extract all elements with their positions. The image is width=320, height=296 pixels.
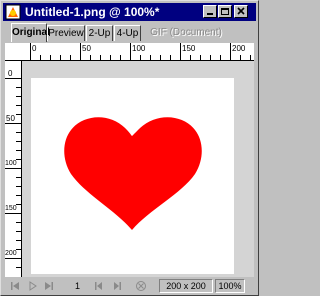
- tab-4-up[interactable]: 4-Up: [114, 25, 141, 41]
- view-tabs: Original Preview 2-Up 4-Up GIF (Document…: [3, 23, 256, 43]
- window-title: Untitled-1.png @ 100%*: [25, 5, 160, 19]
- ruler-label: 50: [82, 44, 91, 53]
- ruler-label: 150: [182, 44, 196, 53]
- close-button[interactable]: [234, 5, 248, 18]
- zoom-level[interactable]: 100%: [215, 279, 245, 293]
- stop-icon[interactable]: [135, 280, 147, 292]
- ruler-label: 0: [32, 44, 37, 53]
- tab-preview[interactable]: Preview: [47, 25, 85, 41]
- maximize-icon: [221, 8, 229, 15]
- status-bar: 1 200 x 200 100%: [3, 278, 256, 294]
- tab-2-up[interactable]: 2-Up: [86, 25, 113, 41]
- first-frame-icon[interactable]: [9, 280, 21, 292]
- close-icon: [237, 7, 245, 15]
- tab-original[interactable]: Original: [11, 23, 50, 42]
- vertical-ruler-ticks: [5, 78, 21, 268]
- document-dimensions: 200 x 200: [159, 279, 213, 293]
- last-frame-icon[interactable]: [43, 280, 55, 292]
- heart-shape[interactable]: [31, 78, 234, 274]
- title-bar[interactable]: Untitled-1.png @ 100%*: [3, 3, 256, 21]
- ruler-label: 100: [5, 160, 17, 167]
- export-format-label: GIF (Document): [150, 27, 222, 38]
- ruler-label: 200: [5, 250, 17, 257]
- maximize-button[interactable]: [218, 5, 232, 18]
- ruler-label: 50: [6, 114, 15, 123]
- play-icon[interactable]: [27, 280, 39, 292]
- ruler-label: 200: [232, 44, 246, 53]
- canvas-area[interactable]: [22, 61, 254, 277]
- minimize-icon: [207, 13, 213, 15]
- document-canvas[interactable]: [31, 78, 234, 274]
- fireworks-app-icon: [5, 4, 21, 20]
- ruler-label: 150: [5, 205, 17, 212]
- ruler-corner: [5, 43, 22, 61]
- next-frame-icon[interactable]: [111, 280, 123, 292]
- frame-number: 1: [75, 281, 81, 291]
- ruler-label: 0: [8, 69, 13, 78]
- document-window: Untitled-1.png @ 100%* Original Preview …: [0, 0, 259, 296]
- ruler-label: 100: [132, 44, 146, 53]
- vertical-ruler[interactable]: 0 50 100 150 200: [5, 61, 22, 277]
- minimize-button[interactable]: [203, 5, 217, 18]
- horizontal-ruler[interactable]: 0 50 100 150 200: [21, 43, 254, 61]
- previous-frame-icon[interactable]: [93, 280, 105, 292]
